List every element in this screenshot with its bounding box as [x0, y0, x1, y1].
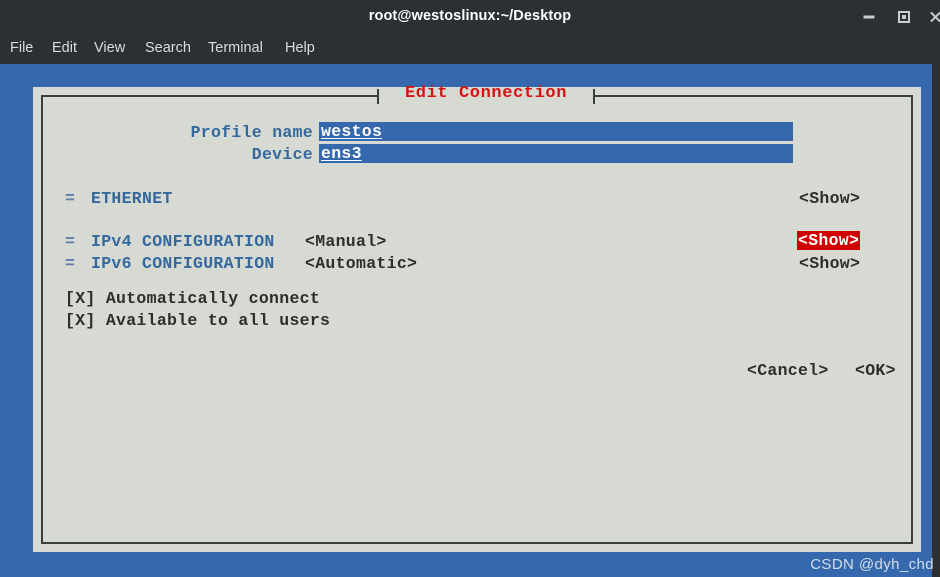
dialog-title: Edit Connection [404, 84, 568, 103]
menu-item-edit[interactable]: Edit [52, 33, 77, 64]
terminal-screen: Edit Connection Profile name westos_____… [0, 64, 932, 577]
window-titlebar: root@westoslinux:~/Desktop [0, 0, 940, 34]
automatically-connect-checkbox-box: [X] [65, 289, 96, 308]
ipv6-show-button[interactable]: <Show> [799, 254, 860, 273]
menu-item-terminal[interactable]: Terminal [208, 33, 263, 64]
automatically-connect-checkbox-label: Automatically connect [105, 289, 321, 308]
dialog-title-tick-right [593, 89, 595, 104]
dialog-frame: Edit Connection Profile name westos_____… [41, 84, 913, 544]
available-to-all-users-checkbox[interactable]: [X] Available to all users [65, 311, 330, 330]
available-to-all-users-checkbox-box: [X] [65, 311, 96, 330]
edit-connection-dialog: Edit Connection Profile name westos_____… [33, 84, 921, 552]
ethernet-expand-marker[interactable]: = [65, 189, 75, 208]
profile-name-label: Profile name [190, 123, 313, 142]
minimize-button[interactable] [855, 0, 883, 33]
ipv6-section-label: IPv6 CONFIGURATION [91, 254, 275, 273]
available-to-all-users-checkbox-label: Available to all users [105, 311, 331, 330]
window-title: root@westoslinux:~/Desktop [368, 8, 572, 24]
ipv4-expand-marker[interactable]: = [65, 232, 75, 251]
close-icon [929, 11, 940, 23]
ethernet-show-button[interactable]: <Show> [799, 189, 860, 208]
menubar: File Edit View Search Terminal Help [0, 33, 940, 64]
maximize-icon [898, 10, 910, 23]
device-value: ens3 [321, 144, 362, 163]
automatically-connect-checkbox[interactable]: [X] Automatically connect [65, 289, 320, 308]
ok-button[interactable]: <OK> [855, 361, 896, 380]
close-button[interactable] [925, 0, 940, 33]
minimize-icon [863, 15, 875, 18]
device-label: Device [251, 145, 313, 164]
menu-item-file[interactable]: File [10, 33, 33, 64]
cancel-button[interactable]: <Cancel> [747, 361, 829, 380]
ipv4-method-value[interactable]: <Manual> [305, 232, 387, 251]
ipv4-section-label: IPv4 CONFIGURATION [91, 232, 275, 251]
terminal-window: root@westoslinux:~/Desktop File Edit Vie… [0, 0, 940, 577]
ipv4-show-button[interactable]: <Show> [797, 231, 861, 250]
menu-item-search[interactable]: Search [145, 33, 191, 64]
profile-name-fill: ________________________________________… [382, 122, 793, 141]
ethernet-section-label: ETHERNET [91, 189, 173, 208]
profile-name-value: westos [321, 122, 383, 141]
ipv6-expand-marker[interactable]: = [65, 254, 75, 273]
device-input[interactable]: ens3____________________________________… [319, 144, 793, 163]
maximize-button[interactable] [890, 0, 918, 33]
ipv6-method-value[interactable]: <Automatic> [305, 254, 417, 273]
device-fill: ________________________________________… [361, 144, 793, 163]
profile-name-input[interactable]: westos__________________________________… [319, 122, 793, 141]
menu-item-help[interactable]: Help [285, 33, 315, 64]
menu-item-view[interactable]: View [94, 33, 125, 64]
